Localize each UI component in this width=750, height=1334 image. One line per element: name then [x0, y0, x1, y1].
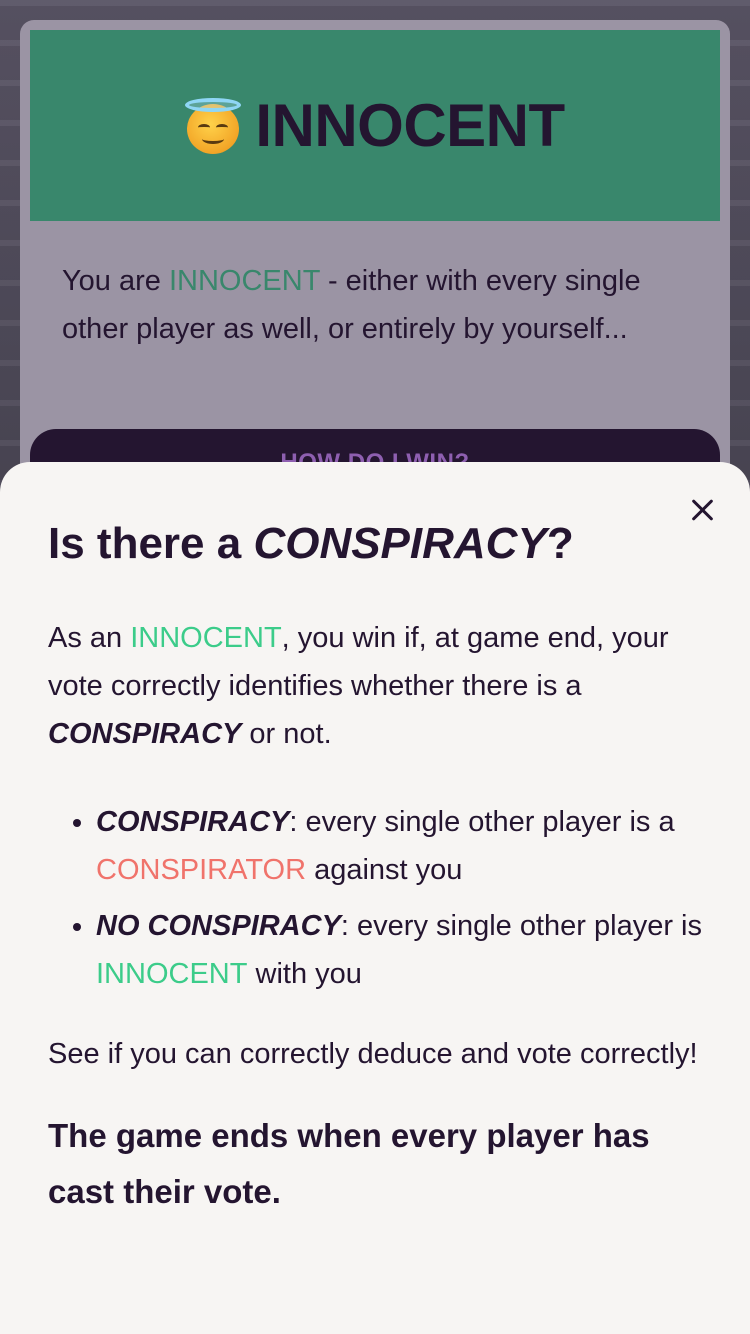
role-title: INNOCENT: [255, 92, 565, 159]
close-icon[interactable]: [688, 496, 716, 524]
win-condition-text: As an INNOCENT, you win if, at game end,…: [48, 622, 669, 750]
role-banner: INNOCENT: [30, 30, 720, 221]
smiling-face-with-halo-icon: [185, 97, 242, 154]
bottom-sheet: Is there a CONSPIRACY? As an INNOCENT, y…: [0, 462, 750, 1334]
role-description: You are INNOCENT - either with every sin…: [62, 265, 641, 345]
deduce-text: See if you can correctly deduce and vote…: [48, 1038, 698, 1070]
list-item-conspiracy: CONSPIRACY: every single other player is…: [96, 798, 702, 894]
game-end-text: The game ends when every player has cast…: [48, 1117, 650, 1210]
sheet-title: Is there a CONSPIRACY?: [48, 519, 574, 568]
outcome-list: CONSPIRACY: every single other player is…: [48, 798, 702, 998]
list-item-no-conspiracy: NO CONSPIRACY: every single other player…: [96, 902, 702, 998]
